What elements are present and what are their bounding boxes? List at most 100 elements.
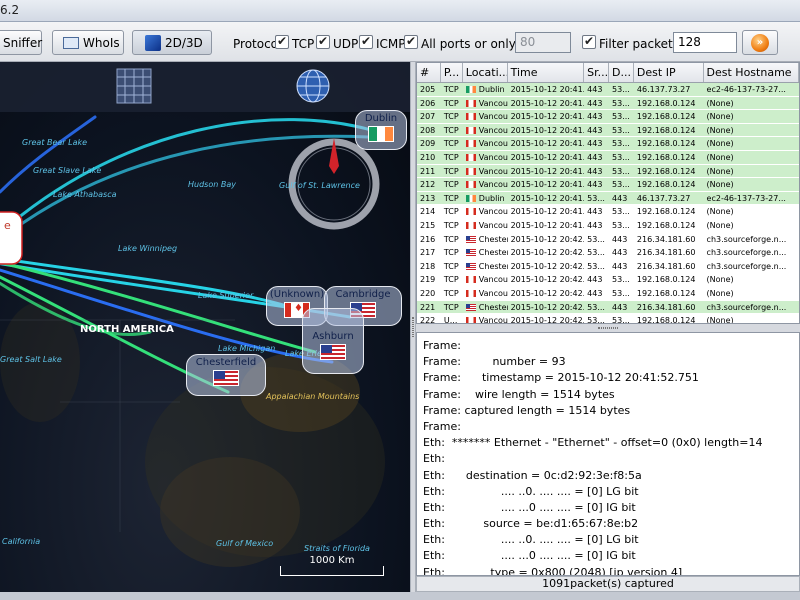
cell-protocol: TCP bbox=[443, 98, 459, 108]
cell-number: 205 bbox=[420, 85, 436, 94]
label-north-america: NORTH AMERICA bbox=[80, 324, 174, 335]
view-toggle-button[interactable]: 2D/3D bbox=[132, 30, 212, 55]
title-bar: 6.2 bbox=[0, 0, 800, 22]
packet-details[interactable]: Frame: Frame: number = 93 Frame: timestamp… bbox=[416, 332, 800, 576]
col-header-time[interactable]: Time bbox=[508, 63, 585, 82]
cell-number: 218 bbox=[420, 261, 436, 271]
packet-table[interactable]: # P... Locati... Time Sr... D... Dest IP… bbox=[416, 62, 800, 324]
cell-location: Dublin bbox=[463, 83, 508, 96]
flag-icon bbox=[465, 289, 476, 297]
horizontal-splitter[interactable] bbox=[416, 324, 800, 332]
table-row[interactable]: 210 TCP Vancou...2015-10-12 20:41...443 53.… bbox=[417, 150, 799, 165]
filter-input[interactable]: 128 bbox=[673, 32, 737, 53]
cell-number: 213 bbox=[420, 193, 436, 203]
cell-protocol: TCP bbox=[443, 193, 459, 203]
flag-icon bbox=[465, 140, 476, 148]
table-row[interactable]: 217 TCP Chester...2015-10-12 20:42...53...… bbox=[417, 246, 799, 260]
cell-dest-port: 53... bbox=[612, 152, 630, 162]
cell-protocol: TCP bbox=[443, 152, 459, 162]
table-row[interactable]: 216 TCP Chester...2015-10-12 20:42...53...… bbox=[417, 232, 799, 247]
col-header-src-port[interactable]: Sr... bbox=[584, 63, 610, 82]
cell-number: 216 bbox=[420, 234, 436, 244]
location-text: Vancou... bbox=[478, 152, 508, 162]
location-text: Dublin bbox=[478, 193, 505, 203]
us-flag-icon bbox=[320, 344, 346, 360]
udp-label: UDP bbox=[333, 37, 359, 51]
col-header-protocol[interactable]: P... bbox=[441, 63, 463, 82]
table-row[interactable]: 218 TCP Chester...2015-10-12 20:42...53...… bbox=[417, 259, 799, 274]
cell-time: 2015-10-12 20:42... bbox=[510, 275, 585, 285]
table-row[interactable]: 213 TCP Dublin 2015-10-12 20:41... 53... 443 4… bbox=[417, 191, 799, 206]
table-row[interactable]: 208 TCP Vancou...2015-10-12 20:41...443 53.… bbox=[417, 123, 799, 138]
cell-dest-ip: 192.168.0.124 bbox=[636, 275, 696, 285]
cell-location: Vancou... bbox=[463, 124, 508, 137]
table-row[interactable]: 209 TCP Vancou...2015-10-12 20:41...443 53.… bbox=[417, 137, 799, 151]
cell-dest-port: 443 bbox=[612, 302, 628, 312]
table-row[interactable]: 211 TCP Vancou...2015-10-12 20:41...443 53.… bbox=[417, 164, 799, 179]
cell-time: 2015-10-12 20:42... bbox=[510, 248, 585, 258]
label-gulf-mexico: Gulf of Mexico bbox=[216, 539, 274, 548]
bubble-ashburn[interactable]: Ashburn bbox=[302, 308, 364, 374]
bubble-dublin-label: Dublin bbox=[364, 113, 398, 124]
label-lake-michigan: Lake Michigan bbox=[218, 344, 276, 353]
cell-location: Vancou... bbox=[463, 273, 508, 286]
table-row[interactable]: 221 TCP Chester...2015-10-12 20:42...53...… bbox=[417, 300, 799, 315]
cell-dest-hostname: ch3.sourceforge.n... bbox=[706, 248, 787, 258]
cell-location: Vancou... bbox=[463, 178, 508, 191]
location-text: Vancou... bbox=[478, 220, 508, 230]
filter-checkbox[interactable] bbox=[582, 34, 596, 49]
cell-src-port: 53... bbox=[587, 261, 605, 271]
label-appalachian: Appalachian Mountains bbox=[266, 392, 360, 401]
table-row[interactable]: 206 TCP Vancou...2015-10-12 20:41...443 53.… bbox=[417, 96, 799, 111]
col-header-dest-port[interactable]: D... bbox=[609, 63, 634, 82]
table-row[interactable]: 205 TCP Dublin 2015-10-12 20:41... 443 53... 4… bbox=[417, 83, 799, 97]
udp-checkbox[interactable] bbox=[316, 34, 330, 49]
cell-location: Vancou... bbox=[463, 314, 508, 323]
window-title: 6.2 bbox=[0, 3, 20, 17]
table-row[interactable]: 212 TCP Vancou...2015-10-12 20:41...443 53.… bbox=[417, 178, 799, 192]
world-map[interactable]: e Great Bear Lake Great Slave Lake Lake … bbox=[0, 62, 410, 592]
bubble-dublin[interactable]: Dublin bbox=[355, 110, 407, 150]
cell-dest-port: 443 bbox=[612, 234, 628, 244]
port-input[interactable]: 80 bbox=[515, 32, 571, 53]
sniffer-label: Sniffer bbox=[3, 35, 43, 50]
flag-icon bbox=[465, 262, 476, 270]
whois-button[interactable]: WhoIs bbox=[52, 30, 124, 55]
table-row[interactable]: 214 TCP Vancou...2015-10-12 20:41...443 53.… bbox=[417, 205, 799, 219]
cell-dest-port: 53... bbox=[612, 139, 630, 149]
location-text: Vancou... bbox=[478, 207, 508, 217]
whois-icon bbox=[63, 36, 79, 49]
cell-dest-hostname: (None) bbox=[706, 112, 734, 122]
cell-dest-hostname: ch3.sourceforge.n... bbox=[706, 234, 787, 244]
label-hudson-bay: Hudson Bay bbox=[188, 180, 236, 189]
bubble-unknown-label: (Unknown) bbox=[269, 289, 325, 300]
flag-icon bbox=[465, 126, 476, 134]
detail-line: Eth: bbox=[423, 452, 445, 466]
col-header-location[interactable]: Locati... bbox=[463, 63, 508, 82]
col-header-number[interactable]: # bbox=[417, 63, 441, 82]
tcp-checkbox[interactable] bbox=[275, 34, 289, 49]
table-row[interactable]: 215 TCP Vancou...2015-10-12 20:41...443 53.… bbox=[417, 218, 799, 233]
cell-time: 2015-10-12 20:41... bbox=[510, 139, 585, 149]
table-row[interactable]: 219 TCP Vancou...2015-10-12 20:42...443 53.… bbox=[417, 273, 799, 287]
cell-dest-ip: 192.168.0.124 bbox=[636, 180, 696, 190]
table-row[interactable]: 222U...Vancou...2015-10-12 20:42...53...… bbox=[417, 314, 799, 323]
whois-label: WhoIs bbox=[83, 35, 120, 50]
col-header-dest-ip[interactable]: Dest IP bbox=[634, 63, 704, 82]
table-row[interactable]: 220 TCP Vancou...2015-10-12 20:42...443 53.… bbox=[417, 286, 799, 301]
all-ports-checkbox[interactable] bbox=[404, 34, 418, 49]
flag-icon bbox=[465, 167, 476, 175]
col-header-dest-hostname[interactable]: Dest Hostname bbox=[704, 63, 799, 82]
apply-filter-button[interactable]: » bbox=[742, 30, 778, 55]
table-row[interactable]: 207 TCP Vancou...2015-10-12 20:41...443 53.… bbox=[417, 110, 799, 124]
cell-dest-hostname: ec2-46-137-73-27... bbox=[706, 85, 786, 94]
bubble-chesterfield[interactable]: Chesterfield bbox=[186, 354, 266, 396]
icmp-checkbox[interactable] bbox=[359, 34, 373, 49]
cell-protocol: TCP bbox=[443, 139, 459, 149]
table-body: 205 TCP Dublin 2015-10-12 20:41... 443 53... 4… bbox=[417, 83, 799, 323]
cell-protocol: TCP bbox=[443, 261, 459, 271]
location-text: Dublin bbox=[478, 85, 505, 94]
sniffer-button[interactable]: Sniffer bbox=[0, 30, 42, 55]
cell-number: 212 bbox=[420, 180, 436, 190]
location-text: Vancou... bbox=[478, 275, 508, 285]
